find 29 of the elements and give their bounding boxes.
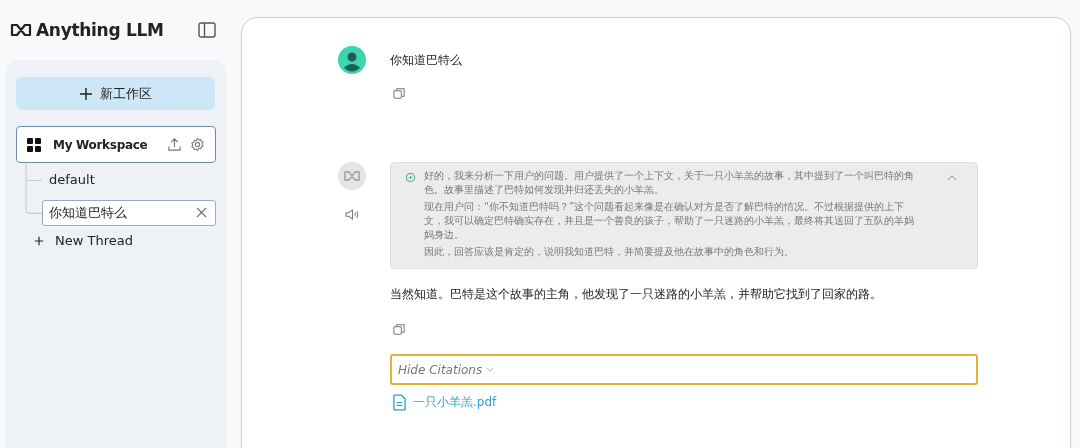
document-icon [393, 394, 406, 411]
app-logo: Anything LLM [36, 20, 164, 40]
upload-icon[interactable] [167, 137, 182, 152]
thread-item[interactable]: default [42, 166, 216, 193]
workspace-item[interactable]: My Workspace [16, 126, 216, 163]
assistant-avatar-icon [338, 162, 366, 190]
logo-icon [10, 23, 32, 37]
grid-icon [27, 137, 41, 152]
plus-icon [79, 87, 92, 100]
thread-item[interactable]: 你知道巴特么 [42, 199, 216, 226]
thinking-text: 现在用户问：“你不知道巴特吗？”这个问题看起来像是在确认对方是否了解巴特的情况。不过根据提供的上下文，我可以确定巴特确实存在，并且是一个善良的孩子，帮助了一只迷路的小羊羔，最终将其送回了五队的羊妈妈身边。 [424, 200, 915, 242]
copy-icon[interactable] [393, 87, 406, 100]
plus-icon [34, 235, 44, 246]
new-workspace-button[interactable]: 新工作区 [16, 77, 215, 110]
new-thread-button[interactable]: New Thread [16, 233, 133, 248]
thinking-text: 因此，回答应该是肯定的，说明我知道巴特，并简要提及他在故事中的角色和行为。 [424, 245, 795, 259]
chevron-icon[interactable] [947, 174, 957, 181]
speaker-icon[interactable] [344, 208, 360, 221]
user-message: 你知道巴特么 [390, 52, 463, 69]
copy-icon[interactable] [393, 323, 406, 336]
citations-toggle[interactable]: Hide Citations [390, 354, 978, 385]
sidebar-toggle-icon[interactable] [198, 22, 216, 38]
close-icon[interactable] [196, 207, 207, 218]
assistant-message: 当然知道。巴特是这个故事的主角，他发现了一只迷路的小羊羔，并帮助它找到了回家的路。 [390, 286, 883, 303]
thinking-text: 好的，我来分析一下用户的问题。用户提供了一个上下文，关于一只小羊羔的故事，其中提到了一个叫巴特的角色。故事里描述了巴特如何发现并归还丢失的小羊羔。 [424, 169, 915, 197]
settings-icon[interactable] [190, 137, 205, 152]
chevron-icon [486, 367, 495, 372]
user-avatar-icon [338, 46, 366, 74]
workspace-name: My Workspace [53, 137, 149, 152]
